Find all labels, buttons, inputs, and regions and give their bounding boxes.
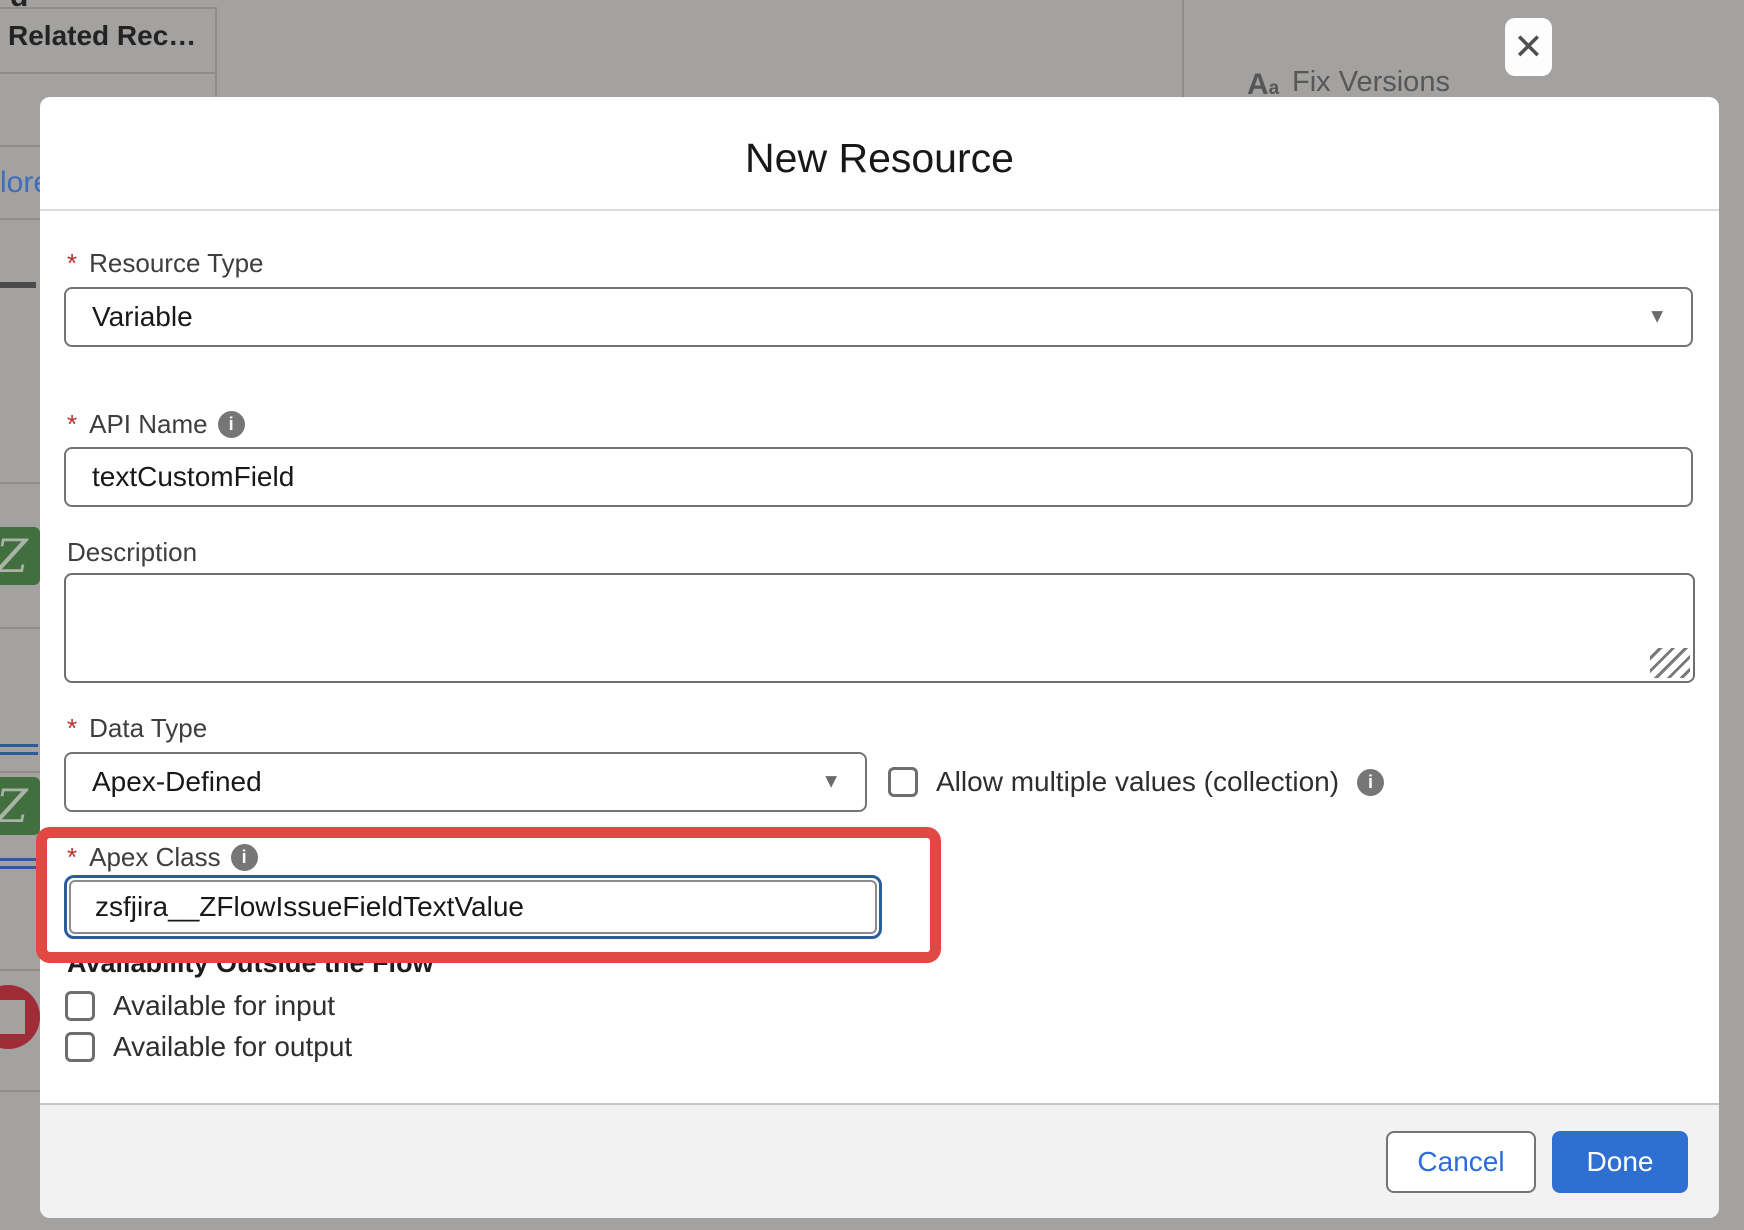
active-tab-underline xyxy=(0,282,36,288)
required-marker: * xyxy=(67,713,77,744)
info-icon[interactable]: i xyxy=(1357,769,1384,796)
row-border xyxy=(0,627,40,629)
apex-class-input[interactable]: zsfjira__ZFlowIssueFieldTextValue xyxy=(69,880,877,934)
modal-title: New Resource xyxy=(40,135,1719,182)
data-type-select[interactable]: Apex-Defined ▼ xyxy=(64,752,867,812)
tab-border xyxy=(0,72,215,74)
allow-multiple-label: Allow multiple values (collection) xyxy=(936,766,1339,798)
info-icon[interactable]: i xyxy=(218,411,245,438)
modal-footer: Cancel Done xyxy=(40,1103,1719,1218)
allow-multiple-checkbox[interactable] xyxy=(888,767,918,797)
chevron-down-icon: ▼ xyxy=(1647,306,1667,329)
panel-border xyxy=(0,145,40,147)
description-textarea[interactable] xyxy=(64,573,1695,683)
logo-z-glyph: Z xyxy=(0,779,28,833)
required-marker: * xyxy=(67,842,77,873)
row-border xyxy=(0,969,40,971)
required-marker: * xyxy=(67,248,77,279)
row-border xyxy=(0,1090,40,1092)
allow-multiple-row: Allow multiple values (collection) i xyxy=(888,752,1384,812)
close-icon: ✕ xyxy=(1513,26,1543,68)
resize-handle[interactable] xyxy=(1650,648,1690,678)
available-for-input-row: Available for input xyxy=(65,990,335,1022)
screen: d Related Rec… lore Z Z Aa Fix Versions … xyxy=(0,0,1744,1230)
row-border xyxy=(0,771,40,773)
availability-heading: Availability Outside the Flow xyxy=(67,948,434,979)
panel-border xyxy=(0,218,40,220)
cancel-button[interactable]: Cancel xyxy=(1386,1131,1536,1193)
available-for-output-row: Available for output xyxy=(65,1031,352,1063)
text-lines-fragment xyxy=(0,858,38,874)
available-for-output-label: Available for output xyxy=(113,1031,352,1063)
blocked-status-icon xyxy=(0,985,40,1049)
done-button[interactable]: Done xyxy=(1552,1131,1688,1193)
panel-divider xyxy=(1182,0,1184,97)
resource-type-select[interactable]: Variable ▼ xyxy=(64,287,1693,347)
jira-connector-logo: Z xyxy=(0,527,40,585)
text-lines-fragment xyxy=(0,744,38,760)
api-name-label: *API Name i xyxy=(67,409,245,440)
available-for-input-checkbox[interactable] xyxy=(65,991,95,1021)
tab-divider xyxy=(215,7,217,97)
resource-type-label: *Resource Type xyxy=(67,248,264,279)
info-icon[interactable]: i xyxy=(231,844,258,871)
close-button[interactable]: ✕ xyxy=(1505,18,1552,76)
row-border xyxy=(0,482,40,484)
tab-border xyxy=(0,7,215,9)
available-for-input-label: Available for input xyxy=(113,990,335,1022)
description-label: Description xyxy=(67,537,197,568)
apex-class-label: *Apex Class i xyxy=(67,842,258,873)
chevron-down-icon: ▼ xyxy=(821,771,841,794)
apex-class-input-focus-ring: zsfjira__ZFlowIssueFieldTextValue xyxy=(64,875,882,939)
fix-versions-field-label: Fix Versions xyxy=(1292,66,1450,99)
header-divider xyxy=(40,209,1719,211)
data-type-label: *Data Type xyxy=(67,713,207,744)
required-marker: * xyxy=(67,409,77,440)
available-for-output-checkbox[interactable] xyxy=(65,1032,95,1062)
jira-connector-logo: Z xyxy=(0,777,40,835)
logo-z-glyph: Z xyxy=(0,529,28,583)
api-name-input[interactable] xyxy=(64,447,1693,507)
resource-type-value: Variable xyxy=(66,301,193,333)
related-records-tab: Related Rec… xyxy=(8,20,196,52)
new-resource-modal: New Resource *Resource Type Variable ▼ *… xyxy=(40,97,1719,1218)
data-type-value: Apex-Defined xyxy=(66,766,262,798)
